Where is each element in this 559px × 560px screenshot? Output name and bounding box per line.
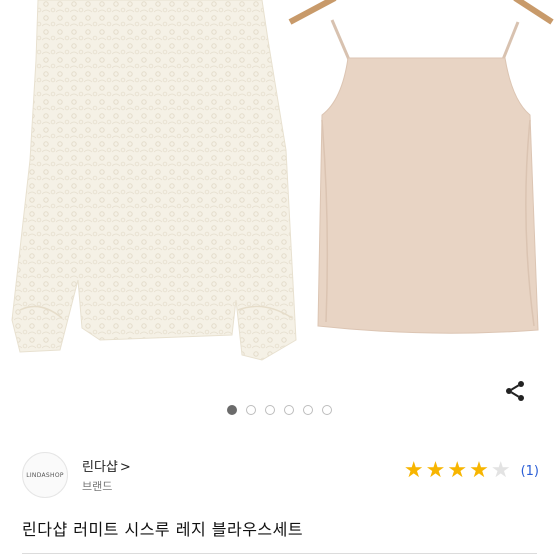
star-filled-icon: ★ <box>425 458 446 483</box>
star-empty-icon: ★ <box>490 458 511 483</box>
carousel-dot[interactable] <box>284 405 294 415</box>
carousel-dot[interactable] <box>303 405 313 415</box>
seller-logo[interactable]: LINDASHOP <box>22 452 68 498</box>
product-title: 린다샵 러미트 시스루 레지 블라우스세트 <box>22 520 304 539</box>
carousel-dot[interactable] <box>227 405 237 415</box>
carousel-dot[interactable] <box>265 405 275 415</box>
carousel-indicator <box>0 405 559 421</box>
strap-right <box>500 21 520 63</box>
strap-left <box>330 19 352 63</box>
star-filled-icon: ★ <box>469 458 489 483</box>
star-filled-icon: ★ <box>447 458 468 483</box>
product-image-carousel[interactable] <box>0 0 559 395</box>
share-icon <box>506 381 524 401</box>
seller-type-label: 브랜드 <box>82 480 113 493</box>
carousel-dot[interactable] <box>322 405 332 415</box>
review-count-link[interactable]: (1) <box>521 464 539 479</box>
seller-name-link[interactable]: 린다샵 > <box>82 456 131 475</box>
chevron-right-icon: > <box>119 460 131 475</box>
camisole-top <box>317 57 539 334</box>
product-photo <box>11 0 554 361</box>
rating-summary[interactable]: ★ ★ ★ ★ ★ (1) <box>404 460 539 482</box>
star-filled-icon: ★ <box>403 458 424 483</box>
share-button[interactable] <box>500 376 530 406</box>
lace-blouse <box>11 0 297 361</box>
hanger-right <box>288 0 554 25</box>
seller-name: 린다샵 <box>82 460 118 475</box>
seller-info: LINDASHOP 린다샵 > 브랜드 ★ ★ ★ ★ ★ (1) <box>22 452 539 498</box>
carousel-dot[interactable] <box>246 405 256 415</box>
seller-logo-text: LINDASHOP <box>26 471 64 479</box>
